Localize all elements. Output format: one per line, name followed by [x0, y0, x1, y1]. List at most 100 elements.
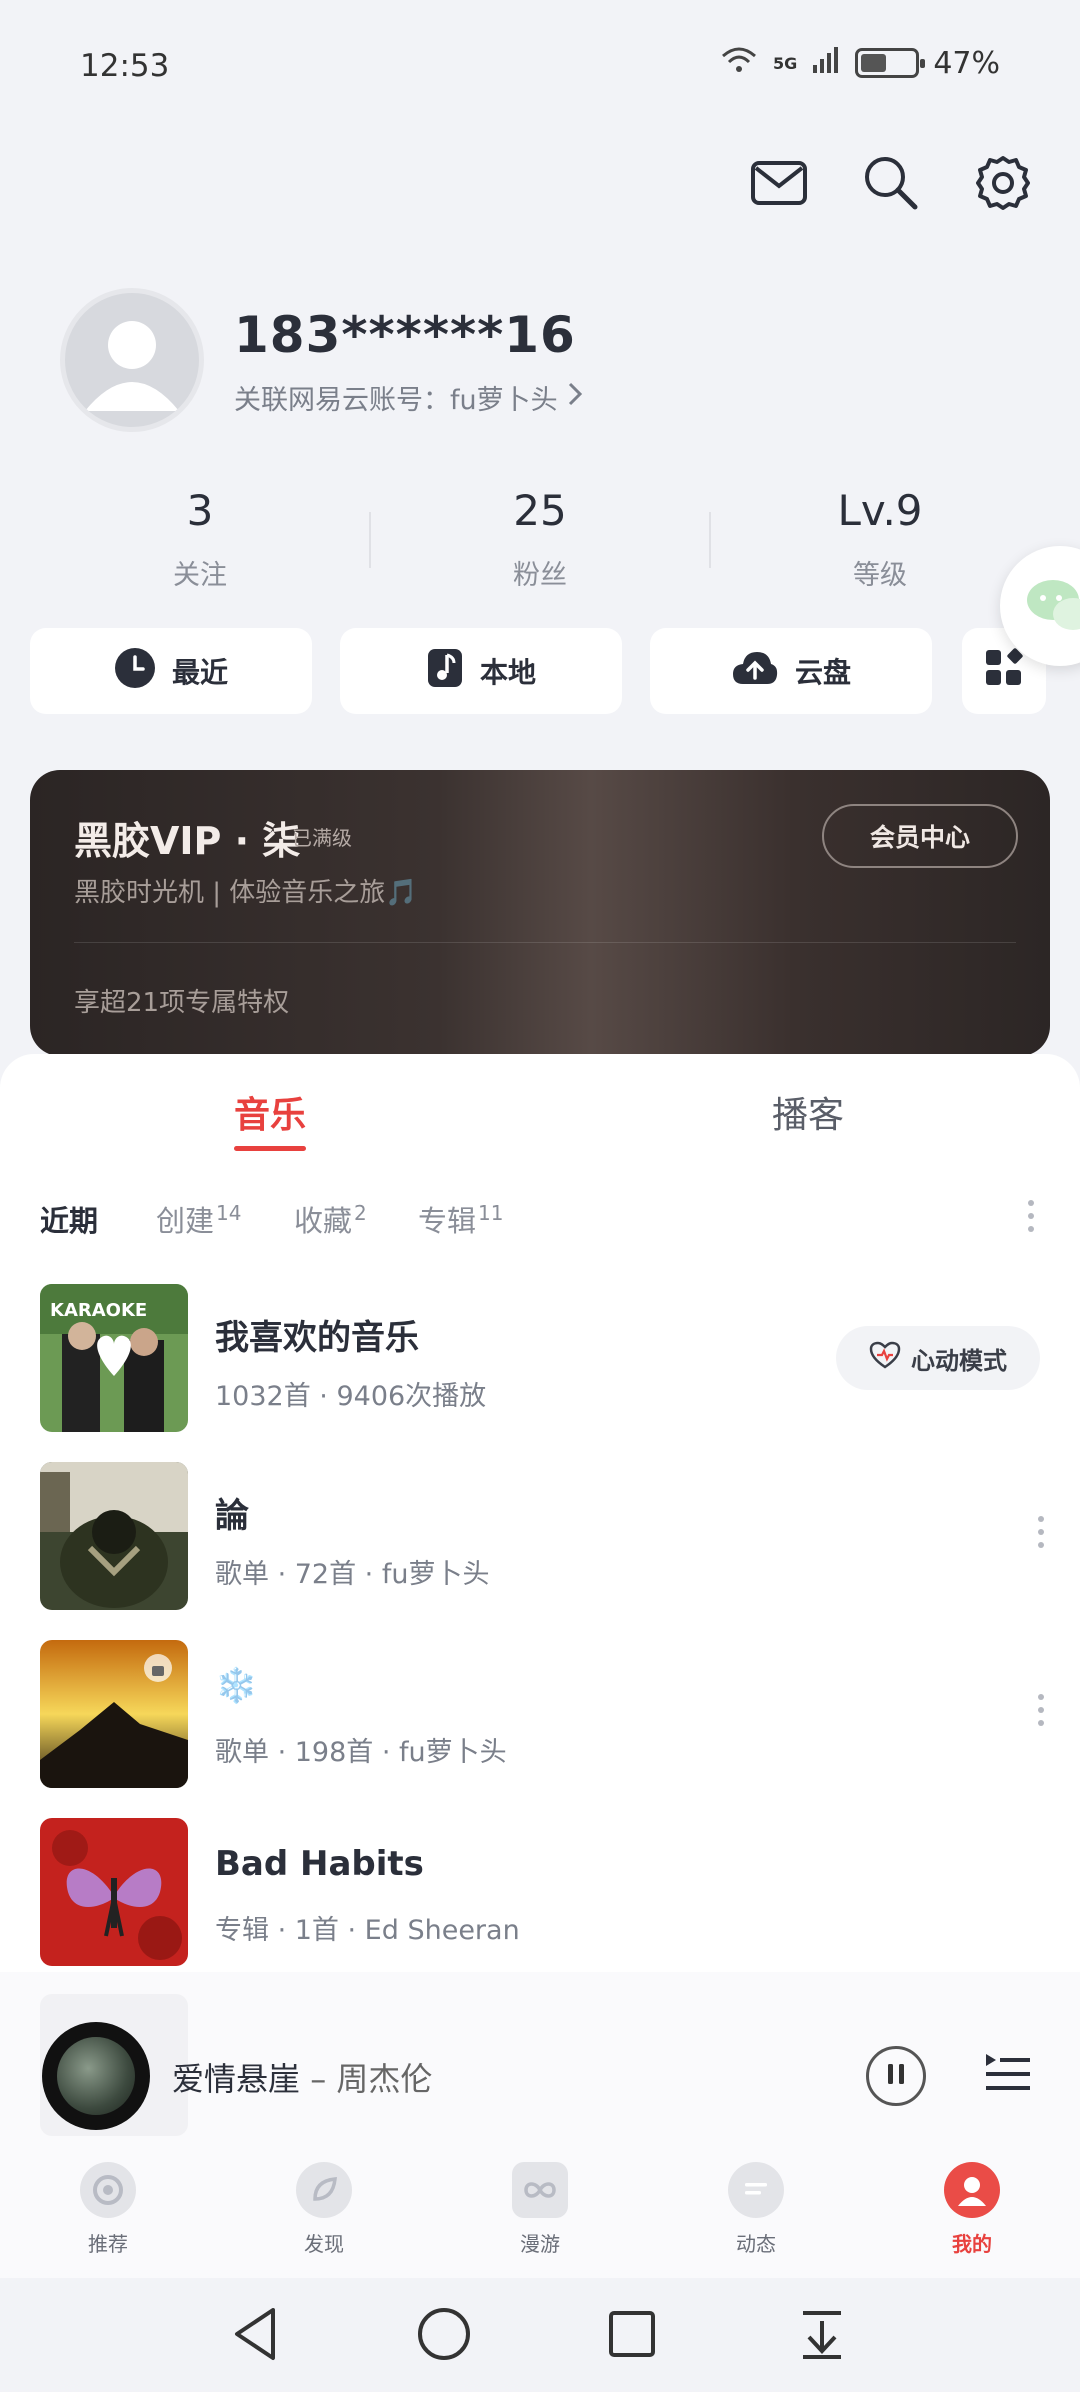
linked-account-link[interactable]: 关联网易云账号：fu萝卜头	[234, 378, 584, 417]
heartbeat-icon	[869, 1341, 901, 1375]
recent-label: 最近	[171, 656, 228, 689]
wifi-icon	[719, 44, 759, 82]
subtab-label: 创建	[156, 1204, 215, 1238]
notification-pull-icon[interactable]	[790, 2302, 854, 2366]
music-note-icon	[426, 647, 464, 696]
now-playing-info[interactable]: 爱情悬崖 – 周杰伦	[172, 2054, 432, 2100]
status-icons: 5G 47%	[719, 44, 1000, 82]
local-label: 本地	[479, 656, 536, 689]
cellular-signal-icon	[811, 45, 841, 81]
status-time: 12:53	[80, 48, 170, 84]
battery-percent: 47%	[933, 45, 1000, 81]
roam-icon	[512, 2162, 568, 2218]
username[interactable]: 183******16	[234, 306, 576, 364]
heart-mode-label: 心动模式	[911, 1346, 1007, 1375]
cloud-button[interactable]: 云盘	[650, 628, 932, 714]
nav-label: 我的	[952, 2232, 992, 2256]
playlist-subtitle: 歌单 · 198首 · fu萝卜头	[215, 1737, 507, 1768]
clock-icon	[114, 647, 156, 696]
playlist-cover: KARAOKE	[40, 1284, 188, 1432]
more-options-icon[interactable]	[1036, 1516, 1046, 1548]
album-cover	[40, 1818, 188, 1966]
back-icon[interactable]	[224, 2302, 288, 2366]
local-button[interactable]: 本地	[340, 628, 622, 714]
recommend-icon	[80, 2162, 136, 2218]
playlist-cover	[40, 1462, 188, 1610]
signal-label: 5G	[773, 53, 798, 73]
tab-podcast[interactable]: 播客	[772, 1086, 844, 1138]
heart-mode-button[interactable]: 心动模式	[836, 1326, 1040, 1390]
album-subtitle: 专辑 · 1首 · Ed Sheeran	[215, 1915, 520, 1946]
playlist-subtitle: 歌单 · 72首 · fu萝卜头	[215, 1559, 490, 1590]
vip-benefits: 享超21项专属特权	[74, 988, 290, 1018]
stat-level[interactable]: Lv.9 等级	[760, 486, 1000, 592]
feed-icon	[728, 2162, 784, 2218]
nav-label: 动态	[736, 2232, 776, 2256]
playlist-queue-icon[interactable]	[982, 2048, 1032, 2098]
subtab-albums[interactable]: 专辑 11	[418, 1198, 503, 1240]
now-playing-separator: –	[300, 2060, 337, 2098]
nav-label: 推荐	[88, 2232, 128, 2256]
linked-account-text: 关联网易云账号：fu萝卜头	[234, 385, 558, 416]
mail-icon[interactable]	[746, 150, 812, 216]
tab-music[interactable]: 音乐	[234, 1086, 306, 1138]
album-title: Bad Habits	[215, 1844, 424, 1884]
now-playing-title: 爱情悬崖	[172, 2060, 301, 2098]
chevron-right-icon	[566, 380, 584, 415]
vip-title: 黑胶VIP · 柒	[74, 819, 301, 863]
search-icon[interactable]	[858, 150, 924, 216]
list-item[interactable]: 論 歌单 · 72首 · fu萝卜头	[40, 1462, 1050, 1610]
playlist-title: 我喜欢的音乐	[215, 1318, 419, 1358]
nav-recommend[interactable]: 推荐	[48, 2162, 168, 2257]
nav-discover[interactable]: 发现	[264, 2162, 384, 2257]
stat-value: Lv.9	[837, 486, 923, 535]
subtab-count: 14	[216, 1201, 242, 1226]
list-item[interactable]: Bad Habits 专辑 · 1首 · Ed Sheeran	[40, 1818, 1050, 1966]
recents-icon[interactable]	[600, 2302, 664, 2366]
now-playing-artist: 周杰伦	[336, 2060, 433, 2098]
subtab-label: 近期	[40, 1204, 99, 1238]
nav-label: 漫游	[520, 2232, 560, 2256]
cloud-upload-icon	[731, 650, 779, 693]
now-playing-disc[interactable]	[42, 2022, 150, 2130]
subtab-collected[interactable]: 收藏 2	[294, 1198, 367, 1240]
stat-followers[interactable]: 25 粉丝	[420, 486, 660, 592]
stat-label: 等级	[853, 560, 907, 591]
system-nav-bar	[0, 2278, 1080, 2392]
nav-profile[interactable]: 我的	[912, 2162, 1032, 2257]
playlist-subtitle: 1032首 · 9406次播放	[215, 1381, 487, 1412]
discover-icon	[296, 2162, 352, 2218]
stat-value: 3	[186, 486, 214, 535]
profile-icon	[944, 2162, 1000, 2218]
nav-feed[interactable]: 动态	[696, 2162, 816, 2257]
subtab-count: 2	[354, 1201, 367, 1226]
vip-subtitle: 黑胶时光机 | 体验音乐之旅🎵	[74, 878, 418, 908]
stat-label: 关注	[173, 560, 227, 591]
pause-button[interactable]	[866, 2046, 926, 2106]
vip-level-badge: 已满级	[292, 826, 352, 850]
divider	[74, 942, 1016, 943]
subtab-recent[interactable]: 近期	[40, 1198, 98, 1240]
subtab-count: 11	[478, 1201, 504, 1226]
stat-value: 25	[513, 486, 567, 535]
cloud-label: 云盘	[794, 656, 851, 689]
active-tab-indicator	[234, 1146, 306, 1151]
avatar[interactable]	[60, 288, 204, 432]
settings-icon[interactable]	[970, 150, 1036, 216]
battery-icon	[855, 48, 926, 78]
member-center-button[interactable]: 会员中心	[822, 804, 1018, 868]
grid-icon	[984, 647, 1024, 695]
subtab-created[interactable]: 创建 14	[156, 1198, 241, 1240]
nav-roam[interactable]: 漫游	[480, 2162, 600, 2257]
more-options-icon[interactable]	[1036, 1694, 1046, 1726]
stat-label: 粉丝	[513, 560, 567, 591]
more-options-icon[interactable]	[1026, 1200, 1036, 1232]
home-icon[interactable]	[412, 2302, 476, 2366]
vip-card[interactable]: 黑胶VIP · 柒 已满级 黑胶时光机 | 体验音乐之旅🎵 享超21项专属特权 …	[30, 770, 1050, 1056]
divider	[369, 512, 371, 568]
subtab-label: 收藏	[294, 1204, 353, 1238]
list-item[interactable]: ❄️ 歌单 · 198首 · fu萝卜头	[40, 1640, 1050, 1788]
stat-following[interactable]: 3 关注	[80, 486, 320, 592]
recent-button[interactable]: 最近	[30, 628, 312, 714]
playlist-title: ❄️	[215, 1666, 258, 1706]
